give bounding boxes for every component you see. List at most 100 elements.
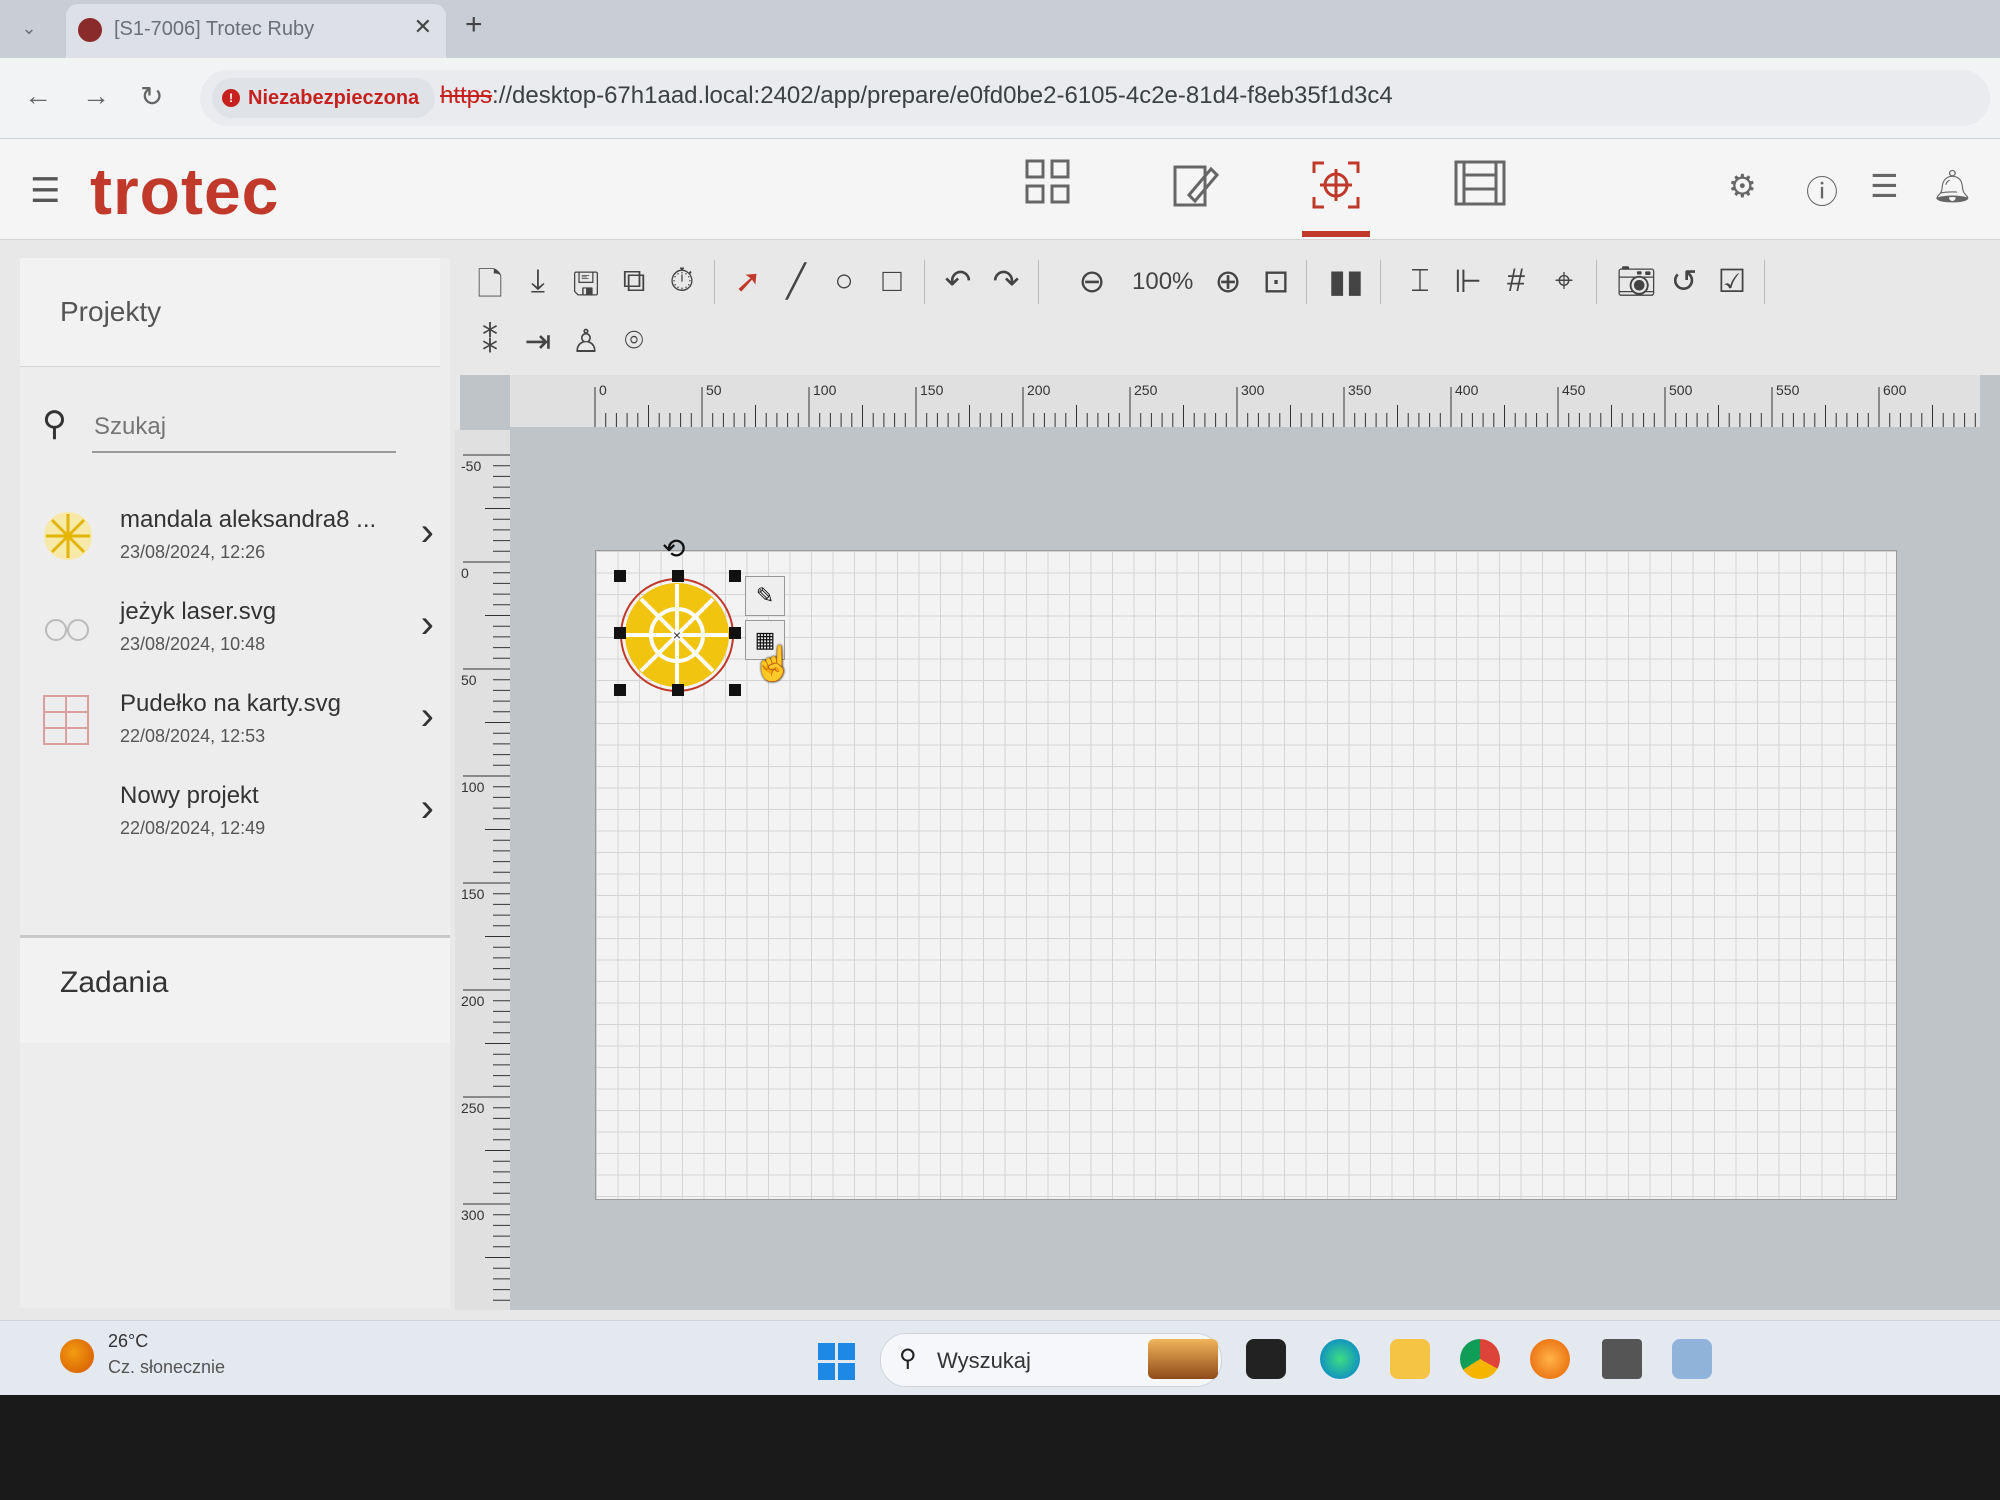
file-explorer-icon[interactable] bbox=[1390, 1339, 1430, 1379]
lock-position-icon[interactable]: ⊩ bbox=[1448, 262, 1488, 300]
notification-bell-icon[interactable]: 🔔︎ bbox=[1932, 167, 1973, 205]
grid-icon[interactable]: # bbox=[1496, 262, 1536, 299]
job-queue-icon[interactable] bbox=[1452, 159, 1508, 215]
undo-icon[interactable]: ↶ bbox=[938, 262, 978, 300]
reload-icon[interactable]: ↻ bbox=[140, 80, 163, 113]
resize-handle[interactable] bbox=[672, 684, 684, 696]
search-input[interactable] bbox=[92, 412, 396, 453]
circle-tool-icon[interactable]: ○ bbox=[824, 262, 864, 299]
dashboard-grid-icon[interactable] bbox=[1020, 159, 1076, 215]
address-bar[interactable]: ! Niezabezpieczona https://desktop-67h1a… bbox=[200, 70, 1990, 126]
resize-handle[interactable] bbox=[614, 684, 626, 696]
projects-title: Projekty bbox=[60, 296, 162, 327]
inkscape-icon[interactable] bbox=[1602, 1339, 1642, 1379]
checklist-icon[interactable]: ☑ bbox=[1712, 262, 1752, 300]
toolbar-separator bbox=[924, 260, 925, 304]
project-item[interactable]: Pudełko na karty.svg 22/08/2024, 12:53 › bbox=[30, 680, 440, 764]
project-name: Pudełko na karty.svg bbox=[120, 690, 342, 717]
tab-close-icon[interactable]: ✕ bbox=[414, 14, 432, 40]
security-badge[interactable]: ! Niezabezpieczona bbox=[212, 78, 436, 118]
menu-icon[interactable]: ☰ bbox=[30, 171, 60, 211]
history-icon[interactable]: ↺ bbox=[1664, 262, 1704, 300]
chevron-right-icon[interactable]: › bbox=[421, 602, 434, 647]
help-icon[interactable]: ⓘ bbox=[1806, 167, 1838, 213]
zoom-in-icon[interactable]: ⊕ bbox=[1208, 262, 1248, 300]
forward-icon[interactable]: → bbox=[82, 80, 110, 112]
mandala-design[interactable]: × bbox=[618, 576, 736, 694]
chrome-browser-icon[interactable] bbox=[1460, 1339, 1500, 1379]
timer-icon[interactable]: ⏱ bbox=[662, 262, 702, 300]
new-file-icon[interactable]: 🗋 bbox=[470, 262, 510, 316]
resize-handle[interactable] bbox=[672, 570, 684, 582]
stamp-icon[interactable]: ♙ bbox=[566, 322, 606, 360]
import-icon[interactable]: ⤓ bbox=[518, 262, 558, 300]
resize-handle[interactable] bbox=[729, 684, 741, 696]
ruler-label: 300 bbox=[1241, 382, 1265, 398]
select-arrow-icon[interactable]: ➚ bbox=[728, 262, 768, 300]
warning-icon: ! bbox=[222, 89, 240, 107]
weather-description: Cz. słonecznie bbox=[108, 1357, 226, 1377]
save-icon[interactable]: 🖫 bbox=[566, 262, 606, 316]
camera-icon[interactable]: 📷︎ bbox=[1616, 262, 1657, 300]
rectangle-tool-icon[interactable]: □ bbox=[872, 262, 912, 299]
search-highlight-icon[interactable] bbox=[1148, 1339, 1218, 1379]
project-date: 22/08/2024, 12:53 bbox=[120, 726, 266, 746]
project-item[interactable]: Nowy projekt 22/08/2024, 12:49 › bbox=[30, 772, 440, 856]
vertical-ruler: -50050100150200250300350 bbox=[455, 430, 510, 1310]
project-item[interactable]: jeżyk laser.svg 23/08/2024, 10:48 › bbox=[30, 588, 440, 672]
edit-pencil-icon[interactable]: ✎ bbox=[745, 576, 785, 616]
project-search: ⚲ bbox=[40, 398, 430, 458]
position-anchor-icon[interactable]: ⌶ bbox=[1400, 262, 1440, 300]
screen: ⌄ [S1-7006] Trotec Ruby ✕ + ← → ↻ ! Niez… bbox=[0, 0, 2000, 1395]
chevron-right-icon[interactable]: › bbox=[421, 510, 434, 555]
resize-handle[interactable] bbox=[614, 627, 626, 639]
save-as-icon[interactable]: ⧉ bbox=[614, 262, 654, 300]
project-item[interactable]: mandala aleksandra8 ... 23/08/2024, 12:2… bbox=[30, 496, 440, 580]
redo-icon[interactable]: ↷ bbox=[986, 262, 1026, 300]
search-icon: ⚲ bbox=[42, 405, 67, 443]
back-icon[interactable]: ← bbox=[24, 80, 52, 112]
resize-handle[interactable] bbox=[729, 570, 741, 582]
rotate-handle-icon[interactable]: ⟲ bbox=[662, 532, 685, 565]
ruler-label: 500 bbox=[1669, 382, 1693, 398]
align-icon[interactable]: ▮▮ bbox=[1326, 262, 1366, 300]
trotec-logo: trotec bbox=[90, 154, 280, 228]
ruler-label: 250 bbox=[1134, 382, 1158, 398]
ruler-label: 200 bbox=[1027, 382, 1051, 398]
toolbar-separator bbox=[1306, 260, 1307, 304]
snap-icon[interactable]: ⌖ bbox=[1544, 262, 1584, 300]
weather-sun-icon[interactable] bbox=[60, 1339, 94, 1373]
new-tab-button[interactable]: + bbox=[465, 8, 483, 42]
resize-handle[interactable] bbox=[729, 627, 741, 639]
task-view-icon[interactable] bbox=[1246, 1339, 1286, 1379]
zoom-out-icon[interactable]: ⊖ bbox=[1072, 262, 1112, 300]
line-tool-icon[interactable]: ╱ bbox=[776, 262, 816, 300]
chevron-right-icon[interactable]: › bbox=[421, 694, 434, 739]
location-pin-icon[interactable]: ⌾ bbox=[614, 322, 654, 360]
browser-tab[interactable]: [S1-7006] Trotec Ruby ✕ bbox=[66, 4, 446, 58]
dimension-icon[interactable]: ⇥ bbox=[518, 322, 558, 360]
resize-handle[interactable] bbox=[614, 570, 626, 582]
url-scheme: https bbox=[440, 82, 493, 109]
zoom-fit-icon[interactable]: ⊡ bbox=[1256, 262, 1296, 300]
url-text[interactable]: https://desktop-67h1aad.local:2402/app/p… bbox=[440, 82, 1393, 110]
edge-browser-icon[interactable] bbox=[1320, 1339, 1360, 1379]
project-thumbnail bbox=[45, 619, 89, 641]
jobs-title: Zadania bbox=[60, 966, 169, 999]
magic-wand-icon[interactable]: ⁑ bbox=[470, 322, 510, 360]
windows-start-icon[interactable] bbox=[818, 1343, 856, 1381]
ruler-label: 200 bbox=[461, 993, 485, 1009]
notepad-icon[interactable] bbox=[1672, 1339, 1712, 1379]
prepare-target-icon[interactable] bbox=[1308, 159, 1364, 215]
tab-search-icon[interactable]: ⌄ bbox=[8, 8, 50, 48]
ruler-label: 0 bbox=[461, 565, 469, 581]
chevron-right-icon[interactable]: › bbox=[421, 786, 434, 831]
machine-settings-icon[interactable]: ⚙ bbox=[1728, 167, 1757, 205]
ruler-label: 50 bbox=[461, 672, 477, 688]
project-thumbnail bbox=[43, 695, 89, 745]
design-edit-icon[interactable] bbox=[1168, 159, 1224, 215]
list-icon[interactable]: ☰ bbox=[1870, 167, 1899, 205]
projects-header[interactable]: Projekty bbox=[20, 258, 440, 367]
firefox-browser-icon[interactable] bbox=[1530, 1339, 1570, 1379]
jobs-header[interactable]: Zadania bbox=[20, 935, 450, 1043]
